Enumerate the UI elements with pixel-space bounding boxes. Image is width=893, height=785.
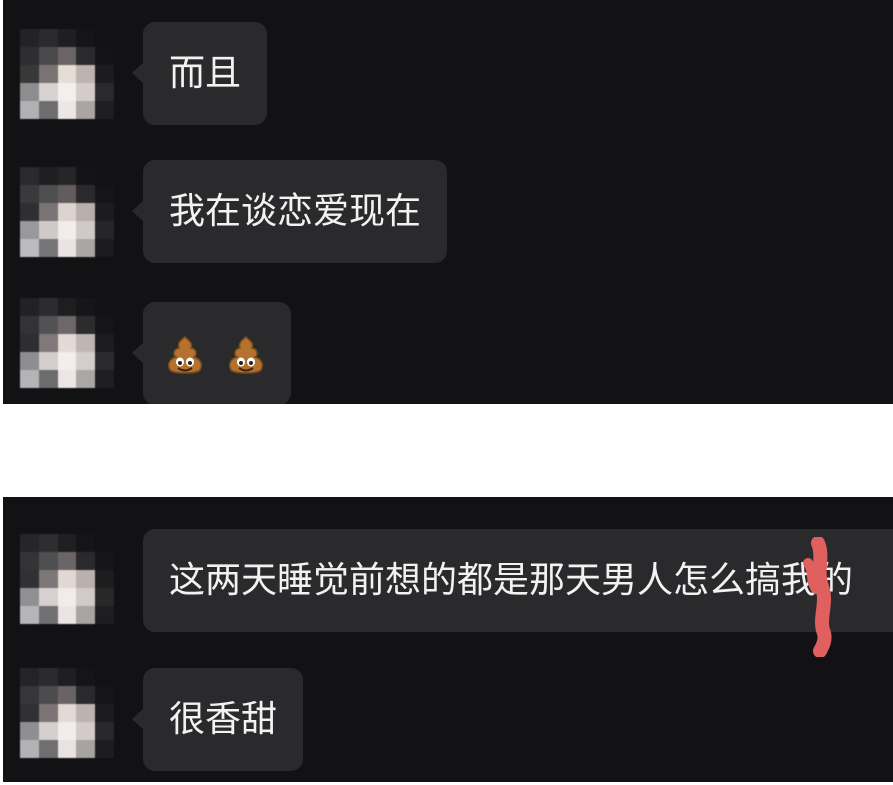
poop-emoji-icon — [167, 336, 203, 374]
chat-panel-bottom: 这两天睡觉前想的都是那天男人怎么搞我的 很香甜 — [3, 497, 893, 782]
avatar-pixelated[interactable] — [20, 167, 114, 257]
message-bubble[interactable]: 这两天睡觉前想的都是那天男人怎么搞我的 — [143, 529, 893, 632]
avatar-pixelated[interactable] — [20, 298, 114, 388]
poop-emoji-icon — [229, 336, 264, 374]
avatar-pixelated[interactable] — [20, 668, 114, 758]
message-text: 这两天睡觉前想的都是那天男人怎么搞我的 — [169, 560, 854, 601]
message-bubble[interactable] — [132, 302, 291, 404]
message-bubble[interactable]: 而且 — [131, 22, 268, 125]
avatar-pixelated[interactable] — [20, 29, 114, 119]
message-text: 我在谈恋爱现在 — [169, 191, 422, 232]
message-bubble[interactable]: 很香甜 — [131, 668, 304, 771]
message-text: 很香甜 — [169, 699, 278, 740]
avatar-pixelated[interactable] — [20, 534, 114, 624]
chat-panel-top: 而且 我在谈恋爱现在 — [3, 0, 893, 404]
message-text: 而且 — [169, 53, 242, 94]
message-bubble[interactable]: 我在谈恋爱现在 — [131, 160, 448, 263]
